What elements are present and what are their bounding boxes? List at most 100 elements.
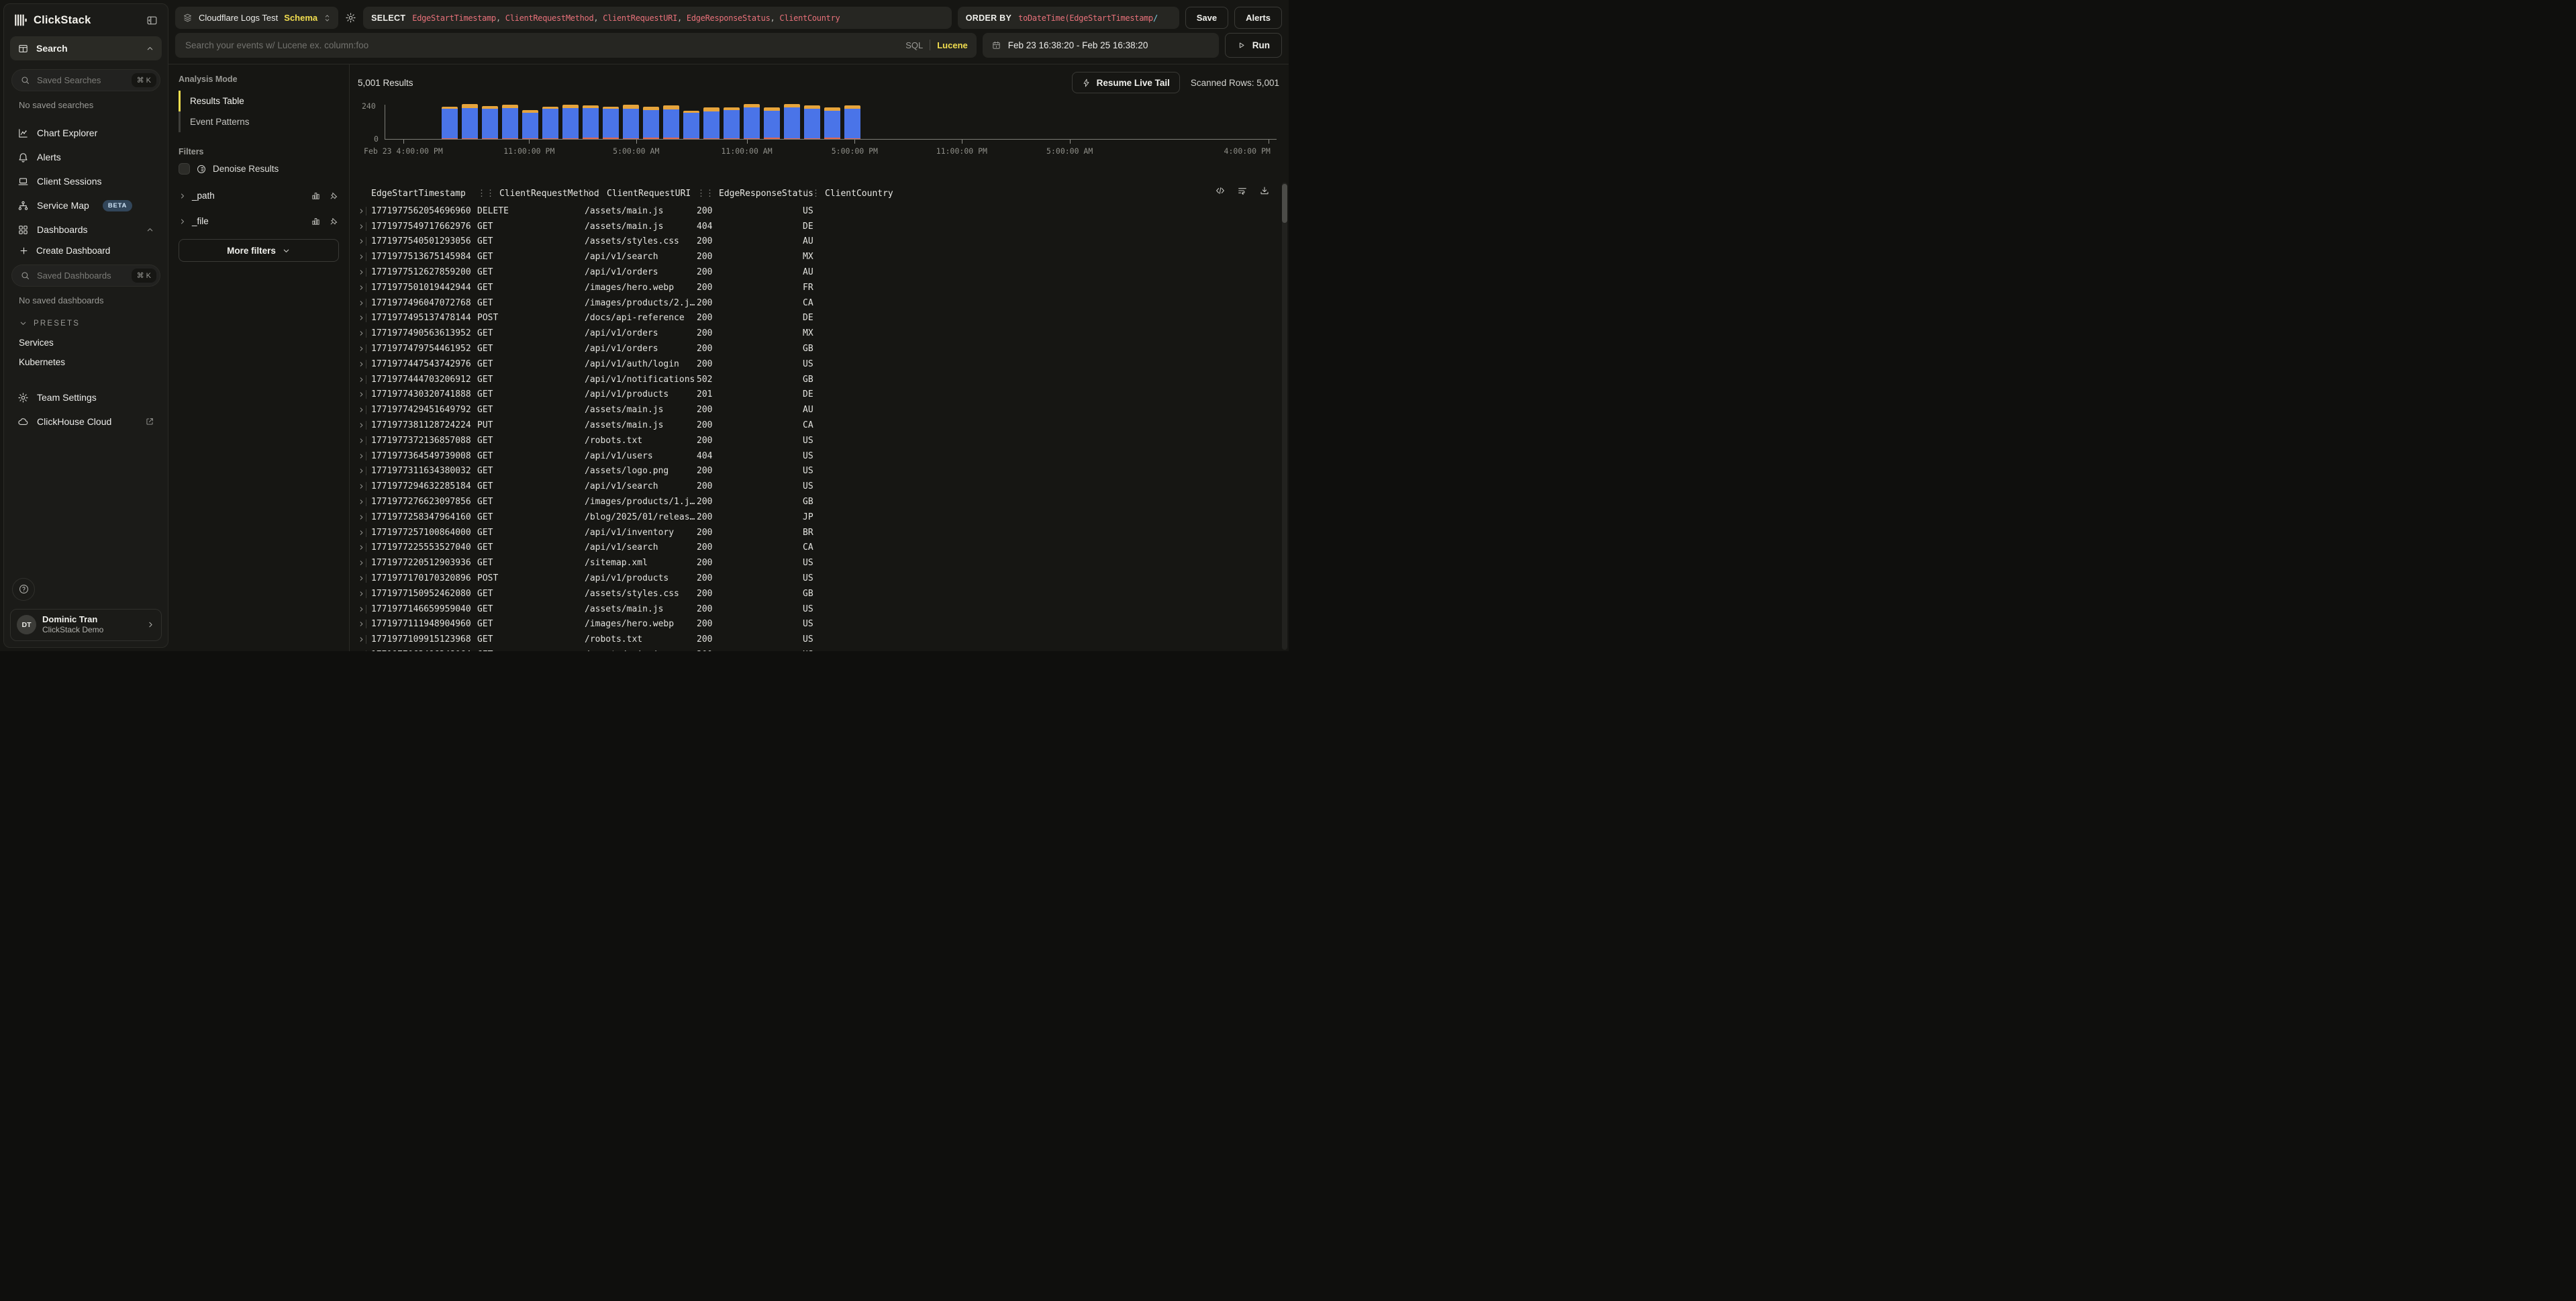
histogram-bar[interactable] — [683, 111, 699, 139]
filter-field-path[interactable]: _path — [179, 185, 339, 206]
table-row[interactable]: 1771977220512903936GET/sitemap.xml200US — [358, 555, 1279, 571]
chart-mini-icon[interactable] — [311, 191, 321, 201]
table-row[interactable]: 1771977150952462080GET/assets/styles.css… — [358, 586, 1279, 601]
row-expand-icon[interactable] — [358, 437, 366, 444]
row-expand-icon[interactable] — [358, 253, 366, 260]
saved-searches-search[interactable]: ⌘ K — [11, 69, 160, 91]
histogram-bar[interactable] — [462, 104, 478, 139]
row-expand-icon[interactable] — [358, 559, 366, 567]
column-drag-handle-icon[interactable]: ⋮⋮ — [803, 189, 820, 199]
table-row[interactable]: 1771977540501293056GET/assets/styles.css… — [358, 234, 1279, 250]
row-expand-icon[interactable] — [358, 483, 366, 490]
histogram-bar[interactable] — [562, 105, 579, 139]
table-row[interactable]: 1771977258347964160GET/blog/2025/01/rele… — [358, 510, 1279, 525]
sidebar-item-clickhouse-cloud[interactable]: ClickHouse Cloud — [10, 409, 162, 434]
histogram-bar[interactable] — [482, 106, 498, 139]
table-row[interactable]: 1771977490563613952GET/api/v1/orders200M… — [358, 326, 1279, 341]
table-row[interactable]: 1771977257100864000GET/api/v1/inventory2… — [358, 525, 1279, 540]
histogram-bar[interactable] — [724, 107, 740, 139]
table-row[interactable]: 1771977562054696960DELETE/assets/main.js… — [358, 203, 1279, 219]
query-settings-button[interactable] — [344, 12, 357, 23]
row-expand-icon[interactable] — [358, 238, 366, 245]
code-view-icon[interactable] — [1215, 185, 1226, 196]
row-expand-icon[interactable] — [358, 544, 366, 551]
table-row[interactable]: 1771977225553527040GET/api/v1/search200C… — [358, 540, 1279, 556]
sidebar-item-chart-explorer[interactable]: Chart Explorer — [10, 121, 162, 145]
date-range-picker[interactable]: Feb 23 16:38:20 - Feb 25 16:38:20 — [983, 33, 1219, 58]
resume-live-tail-button[interactable]: Resume Live Tail — [1072, 72, 1180, 93]
table-row[interactable]: 1771977501019442944GET/images/hero.webp2… — [358, 280, 1279, 295]
table-row[interactable]: 1771977429451649792GET/assets/main.js200… — [358, 402, 1279, 418]
sidebar-item-team-settings[interactable]: Team Settings — [10, 385, 162, 409]
histogram-bar[interactable] — [703, 107, 720, 139]
table-row[interactable]: 1771977479754461952GET/api/v1/orders200G… — [358, 341, 1279, 356]
table-row[interactable]: 1771977063496248064GET/assets/main.js200… — [358, 647, 1279, 651]
histogram-bar[interactable] — [844, 105, 860, 139]
pin-icon[interactable] — [329, 216, 339, 226]
histogram-bar[interactable] — [643, 107, 659, 139]
mode-results-table[interactable]: Results Table — [179, 91, 339, 111]
column-header-uri[interactable]: ⋮⋮ClientRequestURI — [585, 189, 697, 199]
table-row[interactable]: 1771977276623097856GET/images/products/1… — [358, 494, 1279, 510]
saved-dashboards-input[interactable] — [36, 270, 126, 281]
source-selector[interactable]: Cloudflare Logs Test Schema — [175, 7, 338, 29]
histogram-bar[interactable] — [824, 107, 840, 139]
row-expand-icon[interactable] — [358, 330, 366, 337]
histogram-bar[interactable] — [744, 104, 760, 139]
table-row[interactable]: 1771977146659959040GET/assets/main.js200… — [358, 601, 1279, 617]
search-input[interactable] — [184, 40, 899, 51]
row-expand-icon[interactable] — [358, 620, 366, 628]
histogram-bar[interactable] — [502, 105, 518, 139]
select-clause-input[interactable]: SELECTEdgeStartTimestamp, ClientRequestM… — [363, 7, 952, 29]
row-expand-icon[interactable] — [358, 575, 366, 582]
table-row[interactable]: 1771977549717662976GET/assets/main.js404… — [358, 219, 1279, 234]
user-menu[interactable]: DT Dominic Tran ClickStack Demo — [10, 609, 162, 641]
table-row[interactable]: 1771977294632285184GET/api/v1/search200U… — [358, 479, 1279, 494]
table-row[interactable]: 1771977109915123968GET/robots.txt200US — [358, 632, 1279, 647]
histogram-bar[interactable] — [522, 110, 538, 139]
create-dashboard-button[interactable]: Create Dashboard — [10, 242, 162, 264]
table-row[interactable]: 1771977430320741888GET/api/v1/products20… — [358, 387, 1279, 403]
table-row[interactable]: 1771977364549739008GET/api/v1/users404US — [358, 448, 1279, 464]
row-expand-icon[interactable] — [358, 223, 366, 230]
row-expand-icon[interactable] — [358, 299, 366, 307]
filter-field-file[interactable]: _file — [179, 211, 339, 232]
chart-mini-icon[interactable] — [311, 216, 321, 226]
histogram-bar[interactable] — [784, 104, 800, 139]
histogram-bar[interactable] — [663, 105, 679, 139]
run-button[interactable]: Run — [1225, 33, 1282, 58]
row-expand-icon[interactable] — [358, 590, 366, 597]
row-expand-icon[interactable] — [358, 406, 366, 414]
row-expand-icon[interactable] — [358, 606, 366, 613]
histogram-bar[interactable] — [542, 107, 558, 139]
table-row[interactable]: 1771977447543742976GET/api/v1/auth/login… — [358, 356, 1279, 372]
row-expand-icon[interactable] — [358, 360, 366, 368]
row-expand-icon[interactable] — [358, 391, 366, 398]
sidebar-item-client-sessions[interactable]: Client Sessions — [10, 169, 162, 193]
sidebar-item-service-map[interactable]: Service Map BETA — [10, 193, 162, 218]
table-row[interactable]: 1771977170170320896POST/api/v1/products2… — [358, 571, 1279, 586]
scrollbar-thumb[interactable] — [1282, 184, 1287, 223]
histogram-bar[interactable] — [623, 105, 639, 139]
help-button[interactable] — [12, 578, 35, 601]
alerts-button[interactable]: Alerts — [1234, 7, 1282, 29]
histogram-bar[interactable] — [442, 107, 458, 139]
mode-sql-toggle[interactable]: SQL — [905, 40, 923, 50]
histogram-bar[interactable] — [764, 107, 780, 139]
row-expand-icon[interactable] — [358, 498, 366, 505]
histogram-bar[interactable] — [583, 105, 599, 139]
row-expand-icon[interactable] — [358, 529, 366, 536]
saved-dashboards-search[interactable]: ⌘ K — [11, 264, 160, 287]
table-row[interactable]: 1771977496047072768GET/images/products/2… — [358, 295, 1279, 311]
row-expand-icon[interactable] — [358, 467, 366, 475]
download-icon[interactable] — [1259, 185, 1270, 196]
row-expand-icon[interactable] — [358, 514, 366, 521]
mode-lucene-toggle[interactable]: Lucene — [937, 40, 968, 50]
event-search-box[interactable]: SQL Lucene — [175, 33, 977, 58]
order-by-input[interactable]: ORDER BYtoDateTime(EdgeStartTimestamp / — [958, 7, 1179, 29]
table-row[interactable]: 1771977381128724224PUT/assets/main.js200… — [358, 418, 1279, 433]
row-expand-icon[interactable] — [358, 207, 366, 215]
histogram-bar[interactable] — [603, 107, 619, 139]
sidebar-item-dashboards[interactable]: Dashboards — [10, 218, 162, 242]
row-expand-icon[interactable] — [358, 636, 366, 643]
